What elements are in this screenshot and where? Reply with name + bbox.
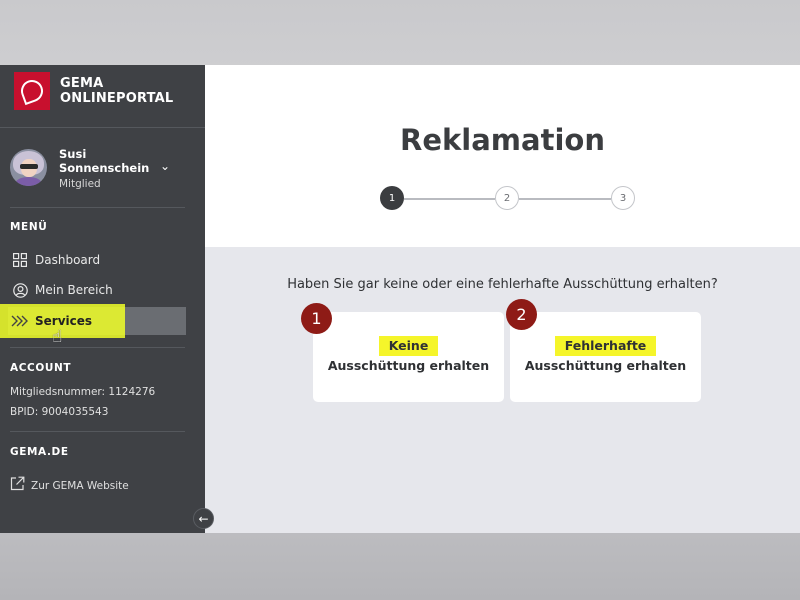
option-fehlerhafte-button[interactable]: Fehlerhafte Ausschüttung erhalten <box>510 312 701 402</box>
sidebar-item-dashboard[interactable]: Dashboard <box>8 246 186 274</box>
sidebar-item-label: Services <box>35 314 93 328</box>
brand-line-1: GEMA <box>60 76 104 91</box>
header-panel: Reklamation 1 2 3 <box>205 65 800 247</box>
annotation-badge-1: 1 <box>301 303 332 334</box>
step-2: 2 <box>495 186 519 210</box>
grid-icon <box>11 251 29 269</box>
chevron-down-icon[interactable]: ⌄ <box>160 159 170 173</box>
hand-cursor-icon: ☝ <box>52 327 63 347</box>
gema-website-link[interactable]: Zur GEMA Website <box>10 476 129 495</box>
annotation-badge-2: 2 <box>506 299 537 330</box>
question-text: Haben Sie gar keine oder eine fehlerhaft… <box>287 277 718 292</box>
user-role: Mitglied <box>59 178 101 190</box>
divider <box>10 207 185 208</box>
divider <box>0 127 205 128</box>
user-first-name: Susi <box>59 147 87 161</box>
sidebar-item-label: Dashboard <box>35 253 101 267</box>
sidebar-item-services[interactable]: Services <box>0 304 186 338</box>
option-title: Keine <box>378 336 439 356</box>
account-section-label: ACCOUNT <box>10 362 72 374</box>
external-link-icon <box>10 476 25 495</box>
sidebar: GEMA ONLINEPORTAL Susi Sonnenschein Mitg… <box>0 65 214 533</box>
option-title: Fehlerhafte <box>554 336 657 356</box>
sidebar-item-label: Mein Bereich <box>35 283 113 297</box>
menu-section-label: MENÜ <box>10 221 48 233</box>
brand[interactable]: GEMA ONLINEPORTAL <box>14 72 173 110</box>
stepper: 1 2 3 <box>380 186 635 212</box>
double-chevron-icon <box>11 312 29 330</box>
option-subtitle: Ausschüttung erhalten <box>524 358 687 373</box>
user-profile[interactable]: Susi Sonnenschein Mitglied <box>10 147 150 190</box>
option-subtitle: Ausschüttung erhalten <box>327 358 490 373</box>
sidebar-item-mein-bereich[interactable]: Mein Bereich <box>8 276 186 304</box>
gema-section-label: GEMA.DE <box>10 446 69 458</box>
app-frame: GEMA ONLINEPORTAL Susi Sonnenschein Mitg… <box>0 65 800 533</box>
divider <box>10 431 185 432</box>
bpid: BPID: 9004035543 <box>10 406 109 418</box>
step-connector <box>519 198 611 200</box>
collapse-sidebar-button[interactable]: ← <box>193 508 214 529</box>
step-3: 3 <box>611 186 635 210</box>
arrow-left-icon: ← <box>198 511 209 526</box>
user-circle-icon <box>11 281 29 299</box>
avatar <box>10 149 47 186</box>
option-keine-button[interactable]: Keine Ausschüttung erhalten <box>313 312 504 402</box>
step-connector <box>404 198 495 200</box>
divider <box>10 347 185 348</box>
brand-name: GEMA ONLINEPORTAL <box>60 76 173 106</box>
user-last-name: Sonnenschein <box>59 161 150 175</box>
brand-line-2: ONLINEPORTAL <box>60 91 174 106</box>
step-1: 1 <box>380 186 404 210</box>
link-label: Zur GEMA Website <box>31 479 129 492</box>
main-content: Reklamation 1 2 3 Haben Sie gar keine od… <box>205 65 800 533</box>
member-number: Mitgliedsnummer: 1124276 <box>10 386 156 398</box>
gema-logo-icon <box>14 72 50 110</box>
page-title: Reklamation <box>400 123 605 157</box>
